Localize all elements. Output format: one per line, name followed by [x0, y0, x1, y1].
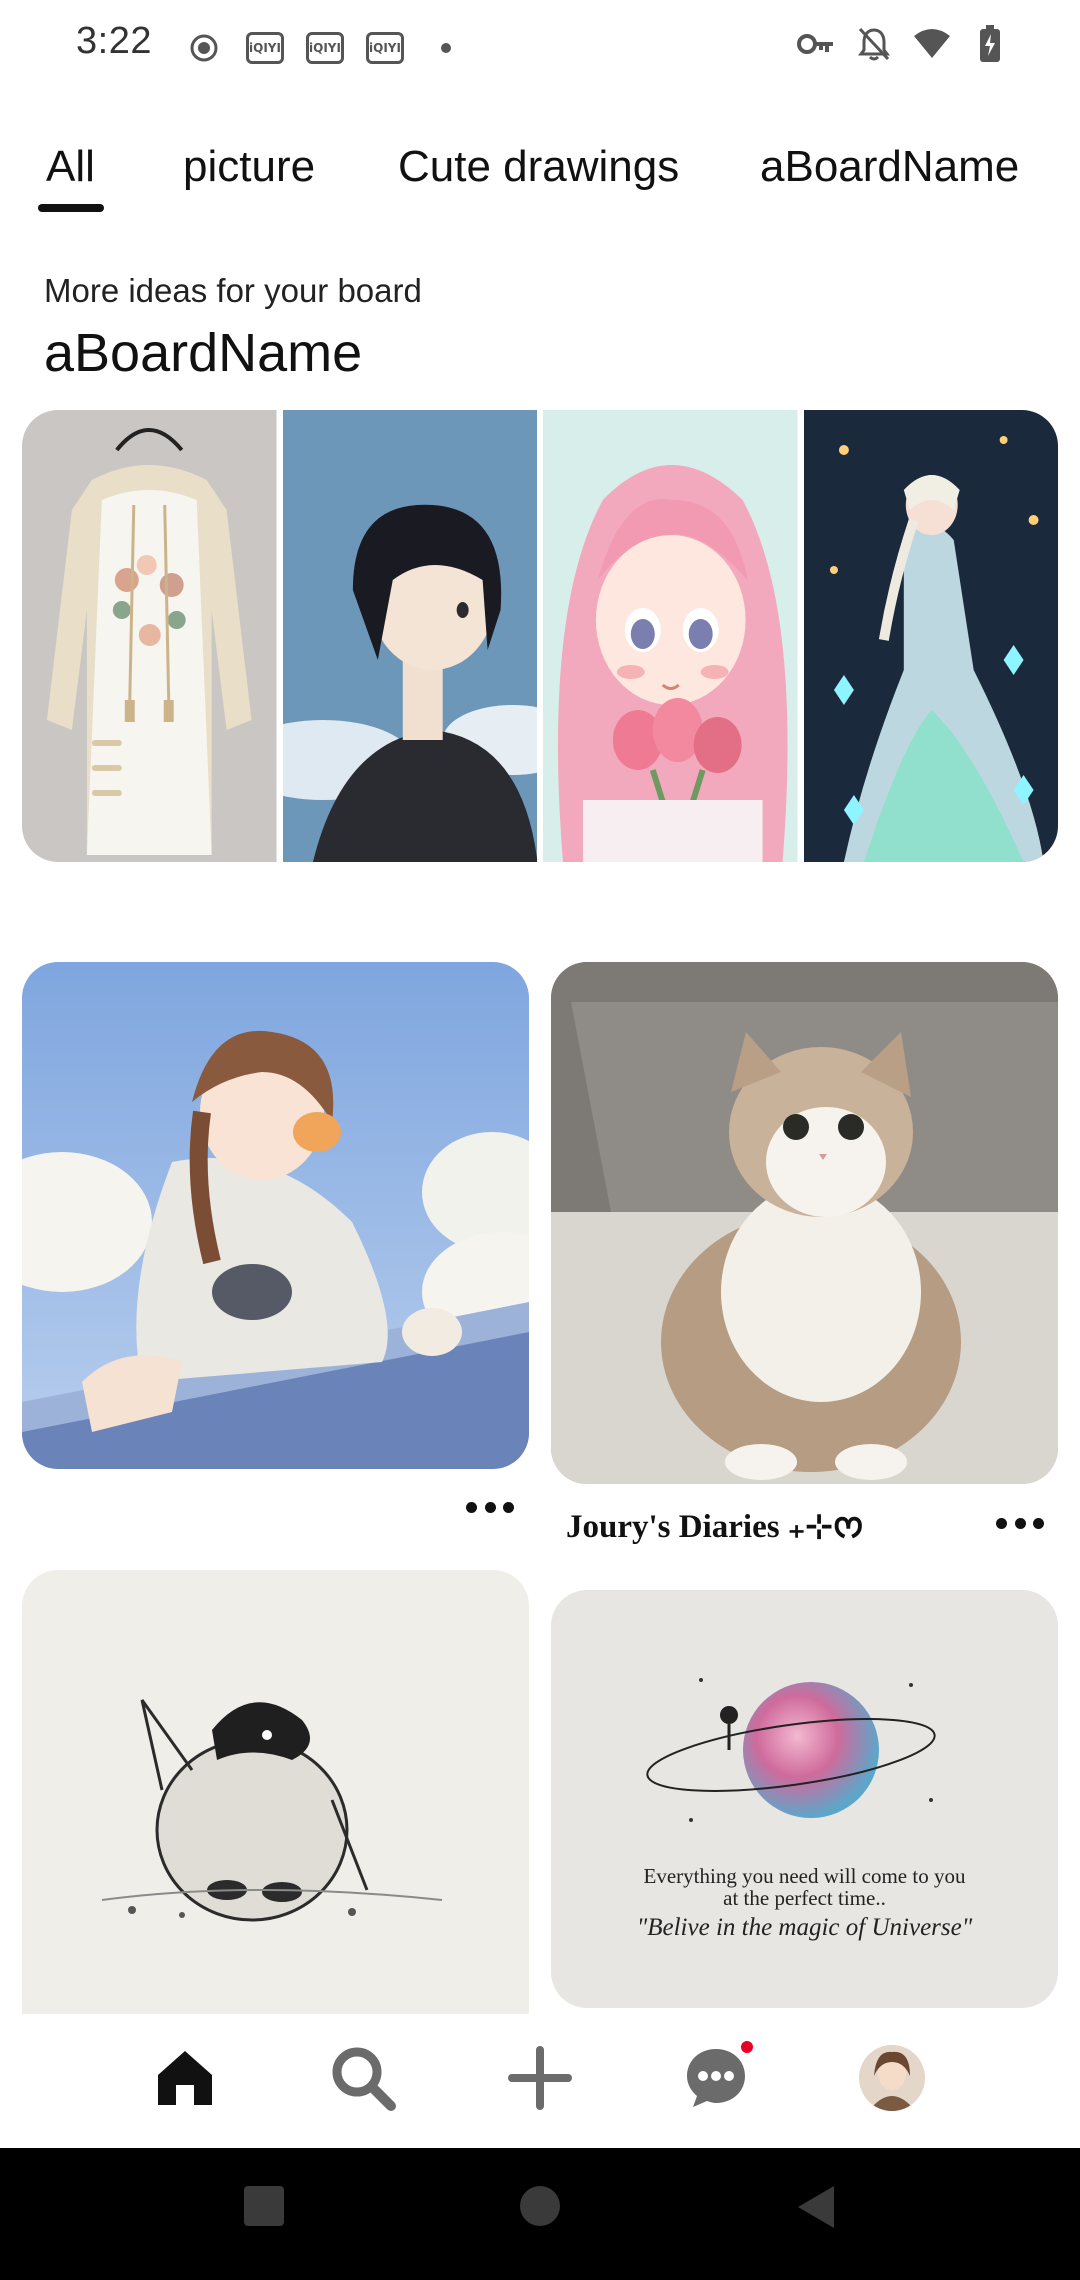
watercolor-planet-card: [551, 1590, 1058, 2008]
pink-hair-girl-image[interactable]: [543, 410, 798, 862]
record-icon: [184, 28, 224, 68]
ice-princess-image[interactable]: [803, 410, 1058, 862]
tab-picture[interactable]: picture: [183, 142, 315, 192]
tab-all[interactable]: All: [46, 142, 95, 192]
search-icon[interactable]: [323, 2038, 403, 2118]
iqiyi-icon: iQIYI: [306, 32, 344, 64]
tab-aboardname[interactable]: aBoardName: [760, 142, 1019, 192]
girl-with-cats-illustration: [22, 962, 529, 1469]
pin-more-options-button[interactable]: [460, 1492, 520, 1522]
iqiyi-text: iQIYI: [309, 41, 341, 55]
status-notification-icons: iQIYI iQIYI iQIYI: [184, 28, 466, 68]
create-icon[interactable]: [500, 2038, 580, 2118]
card-text-quote: "Belive in the magic of Universe": [636, 1914, 973, 1941]
fluffy-kitten-photo: [551, 962, 1058, 1484]
card-text-line2: at the perfect time..: [723, 1886, 886, 1910]
back-button[interactable]: [794, 2184, 838, 2235]
pin-penguin-sketch[interactable]: [22, 1570, 529, 2014]
pin-caption[interactable]: Joury's Diaries ₊⊹ᰔ: [566, 1502, 864, 1552]
wifi-icon: [912, 24, 952, 64]
messages-icon[interactable]: [676, 2038, 756, 2118]
pin-fluffy-kitten[interactable]: [551, 962, 1058, 1484]
board-suggestion-title[interactable]: aBoardName: [44, 322, 362, 384]
iqiyi-icon: iQIYI: [366, 32, 404, 64]
notification-badge: [738, 2038, 756, 2056]
pin-girl-with-cats[interactable]: [22, 962, 529, 1469]
board-suggestion-subtitle: More ideas for your board: [44, 272, 422, 309]
status-bar: 3:22 iQIYI iQIYI iQIYI: [0, 0, 1080, 90]
pin-more-options-button[interactable]: [990, 1508, 1050, 1538]
hoodie-dress-image[interactable]: [22, 410, 277, 862]
dot-icon: [426, 28, 466, 68]
board-tabs: All picture Cute drawings aBoardName: [0, 130, 1080, 220]
system-navigation-bar: [0, 2148, 1080, 2280]
bell-off-icon: [854, 24, 894, 64]
key-icon: [796, 24, 836, 64]
iqiyi-text: iQIYI: [369, 41, 401, 55]
iqiyi-text: iQIYI: [249, 41, 281, 55]
short-hair-girl-image[interactable]: [282, 410, 537, 862]
battery-charging-icon: [970, 24, 1010, 64]
card-text-line1: Everything you need will come to you: [643, 1864, 966, 1888]
penguin-sketch-image: [22, 1570, 529, 2014]
profile-avatar[interactable]: [852, 2038, 932, 2118]
board-suggestion-images[interactable]: [22, 410, 1058, 862]
iqiyi-icon: iQIYI: [246, 32, 284, 64]
pin-watercolor-planet[interactable]: Everything you need will come to you at …: [551, 1590, 1058, 2008]
status-system-icons: [796, 24, 1010, 64]
home-icon[interactable]: [145, 2038, 225, 2118]
bottom-navigation: [0, 2014, 1080, 2148]
tab-cute-drawings[interactable]: Cute drawings: [398, 142, 679, 192]
status-time: 3:22: [76, 20, 152, 62]
tab-selected-indicator: [38, 204, 104, 212]
recents-button[interactable]: [242, 2184, 286, 2233]
system-home-button[interactable]: [518, 2184, 562, 2233]
